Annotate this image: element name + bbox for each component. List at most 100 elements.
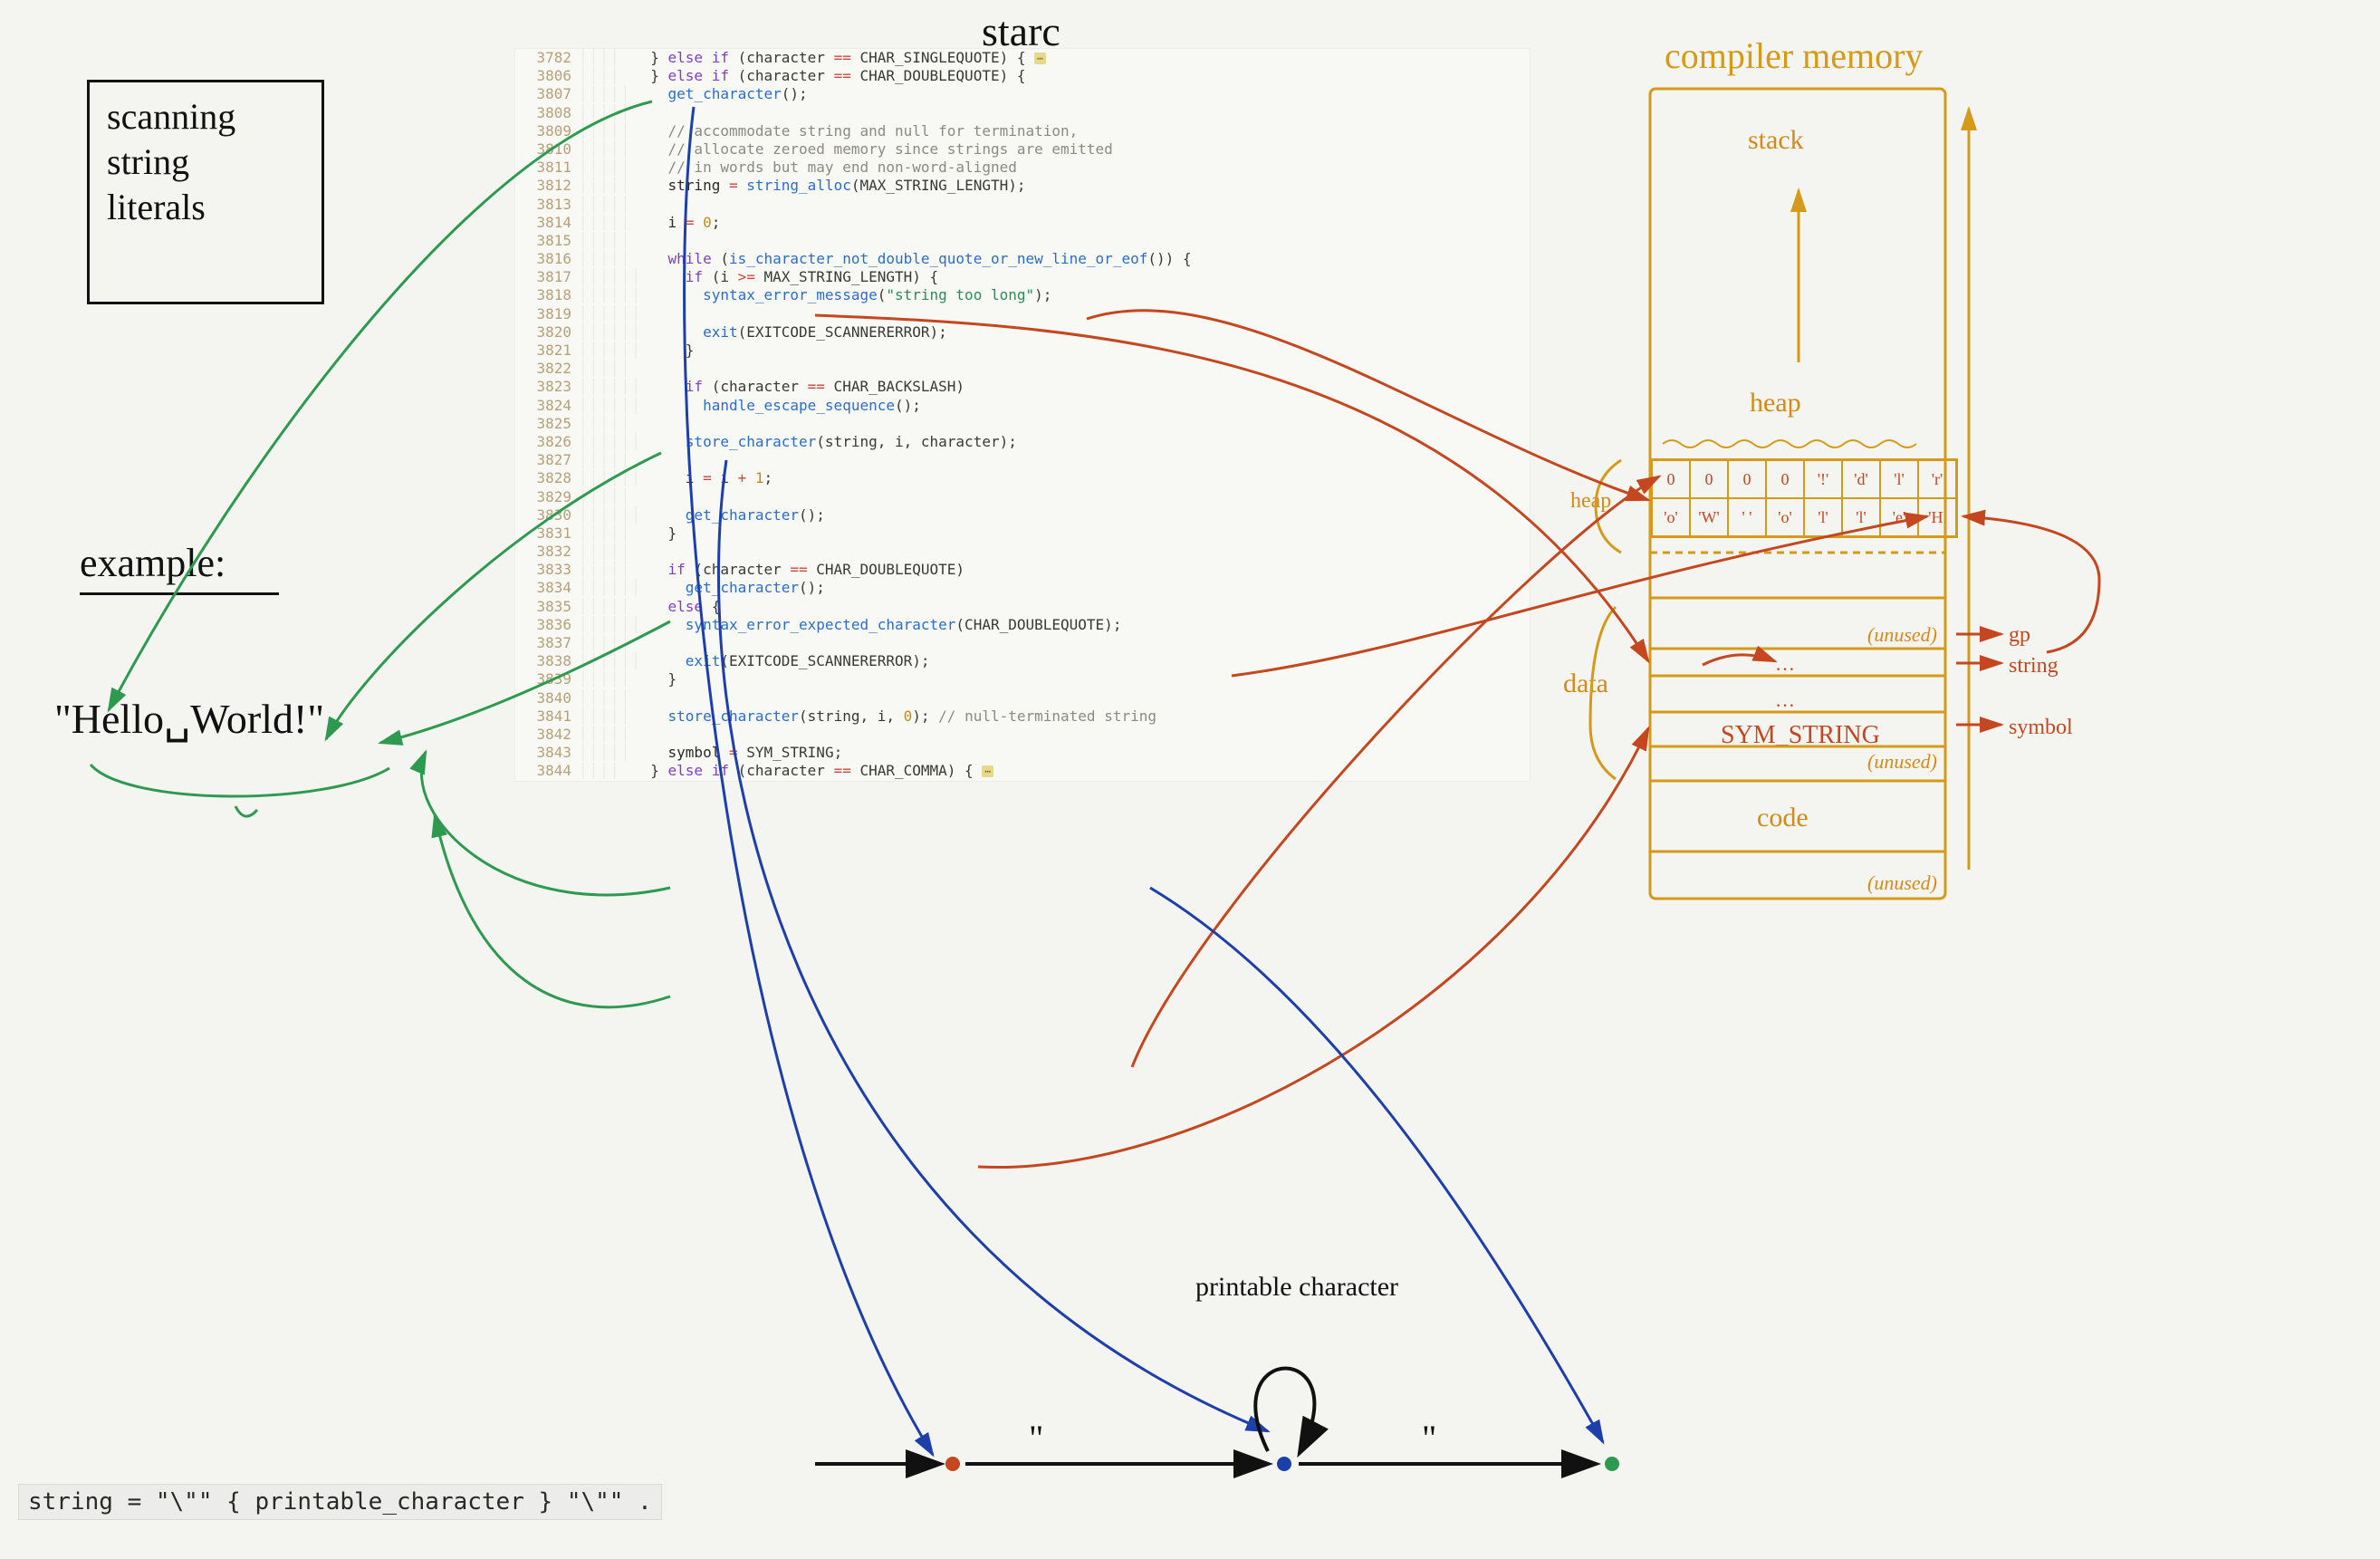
indent-guides: ││││││: [579, 433, 633, 450]
code-line: 3819││││││: [515, 305, 1530, 323]
heap-cell: 'l': [1842, 498, 1880, 536]
line-number: 3830: [515, 506, 579, 524]
memory-ptr-symbol: symbol: [2009, 716, 2073, 740]
indent-guides: ││││││: [579, 305, 633, 322]
line-number: 3843: [515, 744, 579, 761]
line-number: 3810: [515, 140, 579, 158]
indent-guides: ││││││: [579, 506, 633, 524]
code-line: 3834││││││ get_character();: [515, 579, 1530, 597]
indent-guides: ││││││: [579, 378, 633, 395]
code-text: store_character(string, i, 0); // null-t…: [633, 707, 1156, 725]
indent-guides: │││││: [579, 140, 633, 158]
code-text: } else if (character == CHAR_SINGLEQUOTE…: [633, 49, 1046, 66]
line-number: 3837: [515, 634, 579, 651]
heap-cell: 0: [1690, 460, 1728, 498]
code-line: 3830││││││ get_character();: [515, 506, 1530, 524]
indent-guides: ││││││: [579, 286, 633, 303]
code-line: 3782││││ } else if (character == CHAR_SI…: [515, 49, 1530, 67]
code-line: 3806││││ } else if (character == CHAR_DO…: [515, 67, 1530, 85]
memory-unused-3: (unused): [1867, 871, 1937, 895]
line-number: 3833: [515, 561, 579, 578]
code-text: handle_escape_sequence();: [633, 397, 921, 414]
indent-guides: │││││: [579, 561, 633, 578]
code-text: } else if (character == CHAR_DOUBLEQUOTE…: [633, 67, 1025, 84]
line-number: 3840: [515, 689, 579, 707]
line-number: 3819: [515, 305, 579, 322]
indent-guides: ││││││: [579, 268, 633, 285]
code-text: i = 0;: [633, 214, 720, 231]
note-line-2: string: [107, 141, 189, 182]
code-line: 3840│││││: [515, 689, 1530, 707]
heap-cell: ' ': [1728, 498, 1766, 536]
fold-marker-icon[interactable]: ⋯: [982, 765, 993, 777]
code-line: 3817││││││ if (i >= MAX_STRING_LENGTH) {: [515, 268, 1530, 286]
code-text: while (is_character_not_double_quote_or_…: [633, 250, 1192, 267]
code-line: 3829│││││: [515, 488, 1530, 506]
indent-guides: │││││: [579, 177, 633, 194]
code-line: 3833│││││ if (character == CHAR_DOUBLEQU…: [515, 561, 1530, 579]
indent-guides: │││││: [579, 488, 633, 505]
line-number: 3839: [515, 670, 579, 688]
code-text: if (character == CHAR_BACKSLASH): [633, 378, 964, 395]
example-string: "Hello␣World!": [54, 694, 324, 743]
code-text: [633, 232, 668, 249]
line-number: 3834: [515, 579, 579, 596]
heap-cell: 'l': [1880, 460, 1918, 498]
line-number: 3832: [515, 543, 579, 560]
code-text: [633, 488, 668, 505]
line-number: 3818: [515, 286, 579, 303]
code-line: 3813│││││: [515, 196, 1530, 214]
memory-sym-string: SYM_STRING: [1721, 721, 1880, 750]
code-text: // in words but may end non-word-aligned: [633, 159, 1017, 176]
code-text: [633, 104, 668, 121]
code-text: if (character == CHAR_DOUBLEQUOTE): [633, 561, 964, 578]
indent-guides: │││││: [579, 415, 633, 432]
line-number: 3842: [515, 726, 579, 743]
indent-guides: │││││: [579, 726, 633, 743]
code-text: [633, 543, 668, 560]
memory-ptr-string: string: [2009, 654, 2059, 678]
memory-heap-cells: 0000'!''d''l''r' 'o''W'' ''o''l''l''e''H…: [1650, 458, 1958, 538]
indent-guides: │││││: [579, 634, 633, 651]
line-number: 3827: [515, 451, 579, 468]
indent-guides: │││││: [579, 360, 633, 377]
code-text: [633, 726, 668, 743]
code-text: symbol = SYM_STRING;: [633, 744, 842, 761]
code-line: 3826││││││ store_character(string, i, ch…: [515, 433, 1530, 451]
line-number: 3828: [515, 469, 579, 486]
line-number: 3824: [515, 397, 579, 414]
indent-guides: │││││: [579, 744, 633, 761]
code-text: } else if (character == CHAR_COMMA) { ⋯: [633, 762, 993, 779]
code-line: 3807│││││ get_character();: [515, 85, 1530, 103]
line-number: 3814: [515, 214, 579, 231]
indent-guides: │││││: [579, 159, 633, 176]
line-number: 3822: [515, 360, 579, 377]
fold-marker-icon[interactable]: ⋯: [1034, 53, 1046, 64]
indent-guides: │││││: [579, 214, 633, 231]
code-line: 3843│││││ symbol = SYM_STRING;: [515, 744, 1530, 762]
code-text: [633, 451, 668, 468]
code-line: 3818││││││ syntax_error_message("string …: [515, 286, 1530, 304]
code-text: i = i + 1;: [633, 469, 773, 486]
code-line: 3820││││││ exit(EXITCODE_SCANNERERROR);: [515, 323, 1530, 342]
memory-data-label: data: [1563, 669, 1608, 699]
code-line: 3831│││││ }: [515, 524, 1530, 543]
line-number: 3812: [515, 177, 579, 194]
memory-stack-label: stack: [1748, 125, 1804, 156]
code-line: 3810│││││ // allocate zeroed memory sinc…: [515, 140, 1530, 159]
line-number: 3817: [515, 268, 579, 285]
line-number: 3809: [515, 122, 579, 140]
code-text: store_character(string, i, character);: [633, 433, 1017, 450]
code-line: 3816│││││ while (is_character_not_double…: [515, 250, 1530, 268]
code-text: }: [633, 670, 677, 688]
indent-guides: ││││││: [579, 323, 633, 341]
memory-unused-2: (unused): [1867, 750, 1937, 774]
indent-guides: │││││: [579, 524, 633, 542]
indent-guides: ││││││: [579, 579, 633, 596]
code-line: 3836││││││ syntax_error_expected_charact…: [515, 616, 1530, 634]
fsm-edge-label-1: ": [1029, 1417, 1043, 1459]
note-line-3: literals: [107, 187, 206, 227]
heap-cell: 0: [1652, 460, 1690, 498]
indent-guides: ││││: [579, 762, 633, 779]
fsm-diagram: [815, 1369, 1619, 1472]
